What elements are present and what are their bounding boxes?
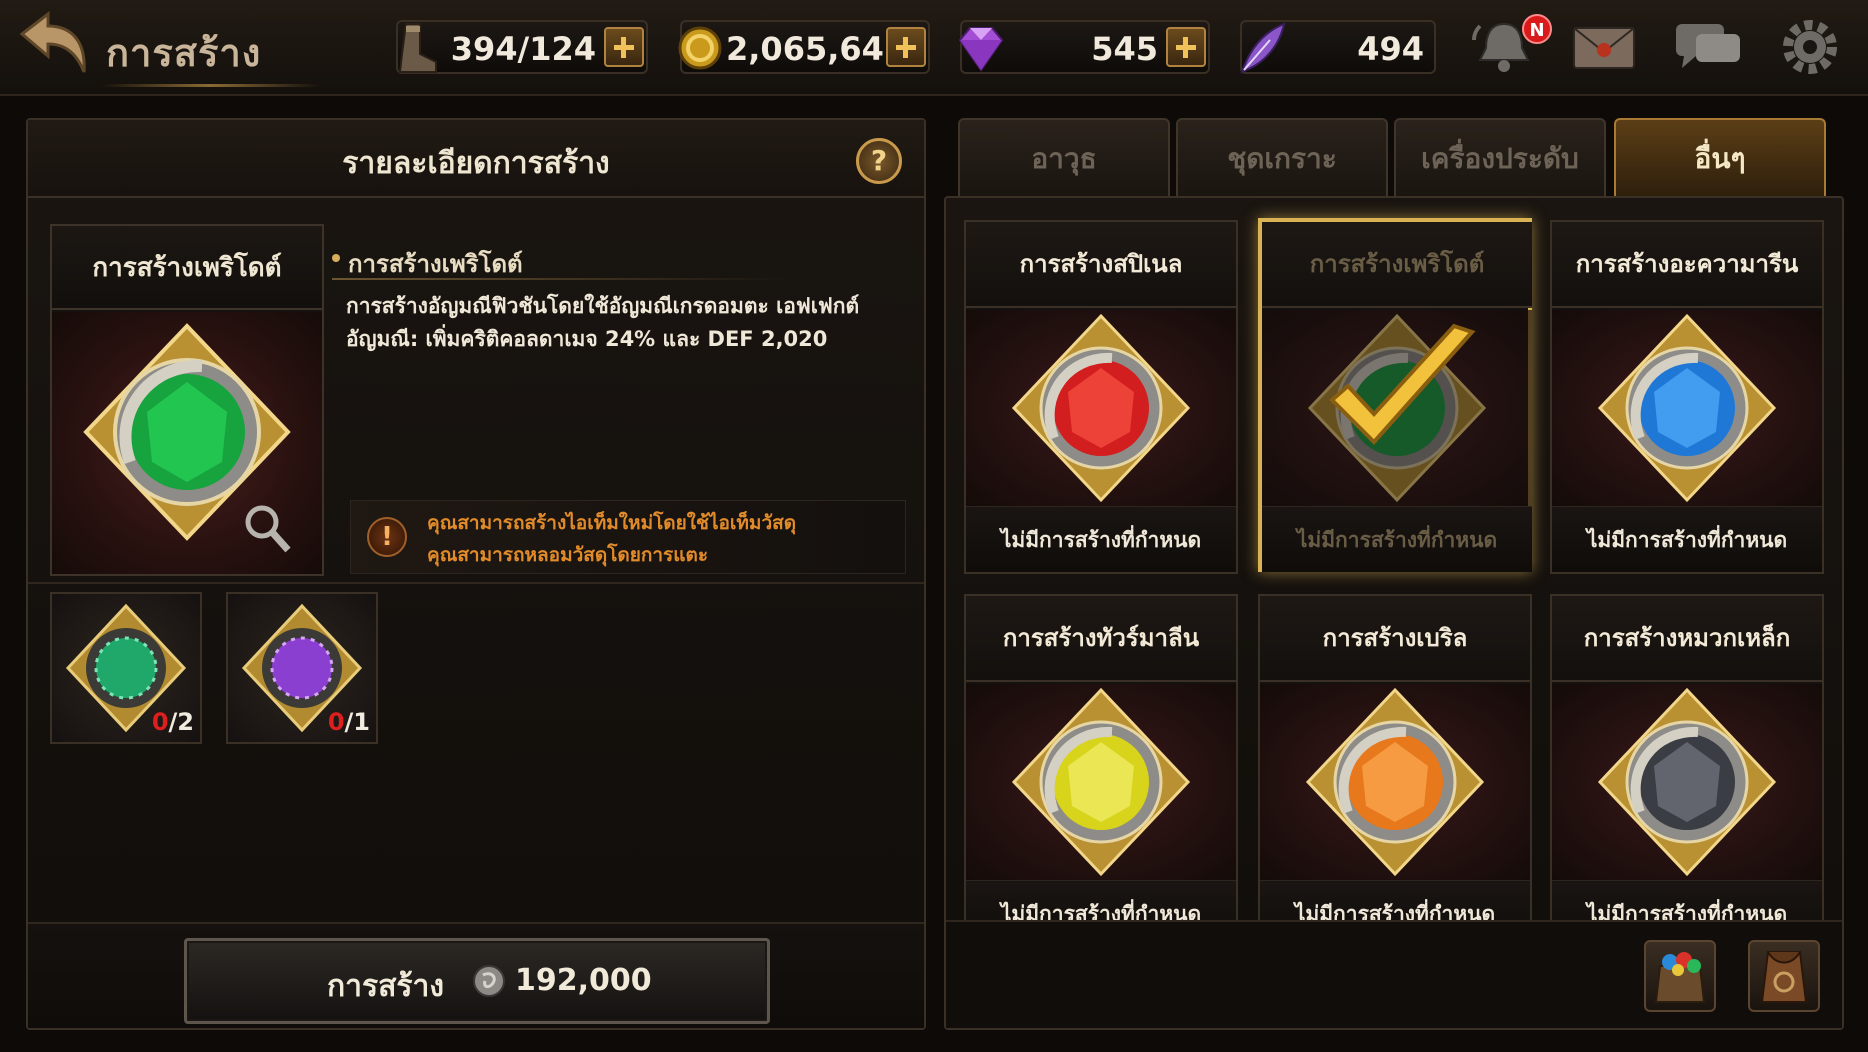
recipe-title: การสร้างหมวกเหล็ก (1552, 596, 1822, 682)
recipe-card-iron-helmet[interactable]: การสร้างหมวกเหล็ก ไม่มีการสร้างที่กำหนด (1550, 594, 1824, 920)
gem-counter: 545 (958, 20, 1210, 74)
item-description: การสร้างอัญมณีฟิวชันโดยใช้อัญมณีเกรดอมตะ… (346, 294, 860, 351)
recipe-status: ไม่มีการสร้างที่กำหนด (966, 506, 1236, 572)
details-title: รายละเอียดการสร้าง (342, 146, 610, 181)
stamina-counter: 394/124 (396, 20, 648, 74)
notice-line-2: คุณสามารถหลอมวัสดุโดยการแตะ (427, 544, 709, 566)
red-gem-icon (966, 310, 1236, 506)
stamina-value: 394/124 (450, 30, 596, 68)
notification-badge: N (1522, 14, 1552, 44)
recipe-title: การสร้างสปิเนล (966, 222, 1236, 308)
recipe-card-tourmaline[interactable]: การสร้างทัวร์มาลีน ไม่มีการสร้างที่กำหนด (964, 594, 1238, 920)
tab-others[interactable]: อื่นๆ (1614, 118, 1826, 196)
gold-add-button[interactable] (886, 27, 926, 67)
gear-icon[interactable] (1772, 14, 1848, 80)
recipe-card-beryl[interactable]: การสร้างเบริล ไม่มีการสร้างที่กำหนด (1258, 594, 1532, 920)
tab-accessories[interactable]: เครื่องประดับ (1394, 118, 1606, 196)
mail-icon[interactable] (1566, 14, 1642, 80)
yellow-gem-icon (966, 684, 1236, 880)
recipe-status: ไม่มีการสร้างที่กำหนด (966, 880, 1236, 920)
feather-icon (1230, 18, 1292, 80)
recipe-panel-footer (946, 920, 1842, 1028)
leather-pouch-icon[interactable] (1748, 940, 1820, 1012)
craft-notice: ! คุณสามารถสร้างไอเท็มใหม่โดยใช้ไอเท็มวั… (350, 500, 906, 574)
orange-gem-icon (1260, 684, 1530, 880)
top-bar: การสร้าง 394/124 2,065,641 545 494 N (0, 0, 1868, 96)
green-gem-icon (1262, 310, 1532, 506)
craft-button-label: การสร้าง (327, 969, 445, 1004)
recipe-status: ไม่มีการสร้างที่กำหนด (1552, 880, 1822, 920)
item-name-divider (332, 278, 792, 280)
material-slot-green-gem[interactable]: 0/2 (50, 592, 202, 744)
item-preview-card: การสร้างเพริโดต์ (50, 224, 324, 576)
recipe-status: ไม่มีการสร้างที่กำหนด (1262, 506, 1532, 572)
silver-coin-icon (471, 963, 507, 999)
page-title: การสร้าง (106, 31, 262, 75)
materials-divider (28, 582, 924, 584)
feather-counter: 494 (1240, 20, 1436, 74)
peridot-gem-icon[interactable] (52, 312, 322, 574)
notice-line-1: คุณสามารถสร้างไอเท็มใหม่โดยใช้ไอเท็มวัสด… (427, 512, 797, 534)
recipe-grid[interactable]: การสร้างสปิเนล ไม่มีการสร้างที่กำหนด การ… (946, 198, 1842, 920)
chat-icon[interactable] (1670, 14, 1746, 80)
tab-armor[interactable]: ชุดเกราะ (1176, 118, 1388, 196)
notice-text: คุณสามารถสร้างไอเท็มใหม่โดยใช้ไอเท็มวัสด… (427, 507, 897, 571)
title-underline (100, 84, 320, 87)
recipe-title: การสร้างเบริล (1260, 596, 1530, 682)
help-button[interactable]: ? (856, 138, 902, 184)
craft-footer: การสร้าง 192,000 (28, 922, 924, 1028)
blue-gem-icon (1552, 310, 1822, 506)
recipe-card-spinel[interactable]: การสร้างสปิเนล ไม่มีการสร้างที่กำหนด (964, 220, 1238, 574)
warning-icon: ! (367, 517, 407, 557)
stamina-add-button[interactable] (604, 27, 644, 67)
recipe-title: การสร้างเพริโดต์ (1262, 222, 1532, 308)
gold-value: 2,065,641 (726, 30, 907, 68)
preview-title: การสร้างเพริโดต์ (52, 226, 322, 310)
recipe-card-peridot[interactable]: การสร้างเพริโดต์ ไม่มีการสร้างที่กำหนด (1258, 218, 1532, 572)
material-slot-purple-gem[interactable]: 0/1 (226, 592, 378, 744)
gold-coin-icon (670, 18, 732, 80)
craft-cost: 192,000 (515, 963, 652, 998)
material-count: 0/1 (327, 708, 370, 736)
gem-value: 545 (1091, 30, 1158, 68)
purple-gem-icon (950, 18, 1012, 80)
recipe-title: การสร้างทัวร์มาลีน (966, 596, 1236, 682)
craft-details-panel: รายละเอียดการสร้าง ? การสร้างเพริโดต์ กา… (26, 118, 926, 1030)
tab-weapons[interactable]: อาวุธ (958, 118, 1170, 196)
recipe-status: ไม่มีการสร้างที่กำหนด (1260, 880, 1530, 920)
gem-add-button[interactable] (1166, 27, 1206, 67)
black-gem-icon (1552, 684, 1822, 880)
recipe-card-aquamarine[interactable]: การสร้างอะความารีน ไม่มีการสร้างที่กำหนด (1550, 220, 1824, 574)
gold-counter: 2,065,641 (678, 20, 930, 74)
details-header: รายละเอียดการสร้าง ? (28, 120, 924, 198)
feather-value: 494 (1357, 30, 1424, 68)
recipe-title: การสร้างอะความารีน (1552, 222, 1822, 308)
back-arrow-icon[interactable] (14, 10, 94, 80)
recipe-status: ไม่มีการสร้างที่กำหนด (1552, 506, 1822, 572)
gem-bag-icon[interactable] (1644, 940, 1716, 1012)
recipe-list-panel: การสร้างสปิเนล ไม่มีการสร้างที่กำหนด การ… (944, 196, 1844, 1030)
material-count: 0/2 (151, 708, 194, 736)
craft-button[interactable]: การสร้าง 192,000 (184, 938, 770, 1024)
